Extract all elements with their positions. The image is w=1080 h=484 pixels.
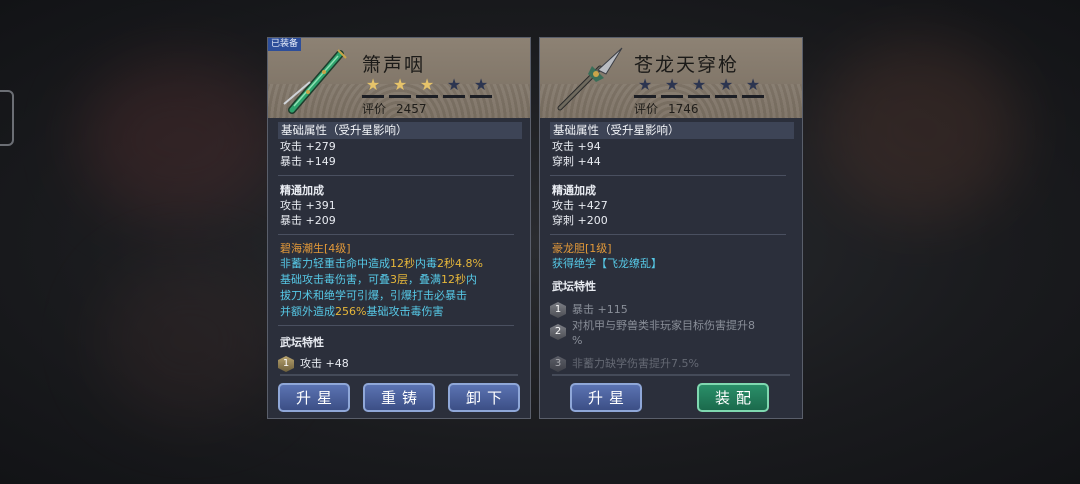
background-blur bbox=[80, 60, 280, 220]
equipped-badge: 已装备 bbox=[268, 38, 302, 51]
weapon-name: 苍龙天穿枪 bbox=[634, 54, 740, 76]
spear-icon bbox=[557, 47, 623, 111]
scroll-divider bbox=[280, 374, 518, 376]
trait-text: 非蓄力缺学伤害提升7.5% bbox=[572, 357, 699, 370]
rating-value: 1746 bbox=[668, 102, 699, 116]
mastery-stat: 暴击 +209 bbox=[280, 214, 336, 227]
base-stat: 攻击 +94 bbox=[552, 140, 601, 153]
compare-weapon-panel: 苍龙天穿枪 ★ ★ ★ ★ ★ 评价 1746 基础属性（受升星影响） 攻击 +9… bbox=[539, 37, 803, 419]
star-empty-icon: ★ bbox=[742, 76, 764, 98]
rating: 评价 2457 bbox=[362, 100, 427, 117]
trait-text: 暴击 +115 bbox=[572, 303, 628, 316]
star-empty-icon: ★ bbox=[443, 76, 465, 98]
mastery-stat: 穿刺 +200 bbox=[552, 214, 608, 227]
skill-desc-line: 基础攻击毒伤害，可叠3层，叠满12秒内 bbox=[280, 273, 477, 286]
weapon-header: 已装备 箫声咽 ★ ★ ★ ★ ★ 评价 2457 bbox=[268, 38, 530, 118]
rating-label: 评价 bbox=[634, 102, 659, 116]
star-empty-icon: ★ bbox=[634, 76, 656, 98]
base-stat: 暴击 +149 bbox=[280, 155, 336, 168]
divider bbox=[278, 234, 514, 235]
divider bbox=[278, 325, 514, 326]
star-empty-icon: ★ bbox=[715, 76, 737, 98]
star-rating: ★ ★ ★ ★ ★ bbox=[362, 76, 492, 98]
star-empty-icon: ★ bbox=[661, 76, 683, 98]
background-blur bbox=[100, 260, 280, 420]
scroll-divider bbox=[552, 374, 790, 376]
base-attributes-title: 基础属性（受升星影响） bbox=[278, 122, 522, 139]
weapon-name: 箫声咽 bbox=[362, 54, 426, 76]
rating: 评价 1746 bbox=[634, 100, 699, 117]
upgrade-star-button[interactable]: 升星 bbox=[570, 383, 642, 412]
trait-text: 攻击 +48 bbox=[300, 357, 349, 370]
trait-title: 武坛特性 bbox=[280, 336, 324, 349]
skill-desc-line: 并额外造成256%基础攻击毒伤害 bbox=[280, 305, 444, 318]
skill-desc-line: 拔刀术和绝学可引爆，引爆打击必暴击 bbox=[280, 289, 467, 302]
jade-flute-sword-icon bbox=[283, 49, 347, 114]
star-filled-icon: ★ bbox=[362, 76, 384, 98]
mastery-stat: 攻击 +391 bbox=[280, 199, 336, 212]
unequip-button[interactable]: 卸下 bbox=[448, 383, 520, 412]
divider bbox=[550, 234, 786, 235]
trait-level-icon: 1 bbox=[278, 356, 294, 372]
star-filled-icon: ★ bbox=[416, 76, 438, 98]
side-tab-icon[interactable] bbox=[0, 90, 14, 146]
star-rating: ★ ★ ★ ★ ★ bbox=[634, 76, 764, 98]
skill-desc-line: 获得绝学【飞龙缭乱】 bbox=[552, 257, 662, 270]
trait-text: 对机甲与野兽类非玩家目标伤害提升8 bbox=[572, 319, 755, 332]
skill-name: 碧海潮生[4级] bbox=[280, 242, 351, 255]
skill-name: 豪龙胆[1级] bbox=[552, 242, 612, 255]
rating-value: 2457 bbox=[396, 102, 427, 116]
divider bbox=[550, 175, 786, 176]
base-stat: 攻击 +279 bbox=[280, 140, 336, 153]
equip-button[interactable]: 装配 bbox=[697, 383, 769, 412]
star-empty-icon: ★ bbox=[688, 76, 710, 98]
mastery-stat: 攻击 +427 bbox=[552, 199, 608, 212]
base-stat: 穿刺 +44 bbox=[552, 155, 601, 168]
trait-text: % bbox=[572, 334, 583, 347]
base-attributes-title: 基础属性（受升星影响） bbox=[550, 122, 794, 139]
mastery-title: 精通加成 bbox=[280, 184, 324, 197]
star-filled-icon: ★ bbox=[389, 76, 411, 98]
trait-level-icon: 3 bbox=[550, 356, 566, 372]
divider bbox=[278, 175, 514, 176]
trait-title: 武坛特性 bbox=[552, 280, 596, 293]
trait-level-icon: 1 bbox=[550, 302, 566, 318]
mastery-title: 精通加成 bbox=[552, 184, 596, 197]
star-empty-icon: ★ bbox=[470, 76, 492, 98]
upgrade-star-button[interactable]: 升星 bbox=[278, 383, 350, 412]
rating-label: 评价 bbox=[362, 102, 387, 116]
weapon-header: 苍龙天穿枪 ★ ★ ★ ★ ★ 评价 1746 bbox=[540, 38, 802, 118]
background-blur bbox=[820, 40, 1020, 220]
trait-level-icon: 2 bbox=[550, 324, 566, 340]
equipped-weapon-panel: 已装备 箫声咽 ★ ★ ★ ★ ★ 评价 2457 基础属性（受升星影响） 攻击 … bbox=[267, 37, 531, 419]
reforge-button[interactable]: 重铸 bbox=[363, 383, 435, 412]
skill-desc-line: 非蓄力轻重击命中造成12秒内毒2秒4.8% bbox=[280, 257, 483, 270]
